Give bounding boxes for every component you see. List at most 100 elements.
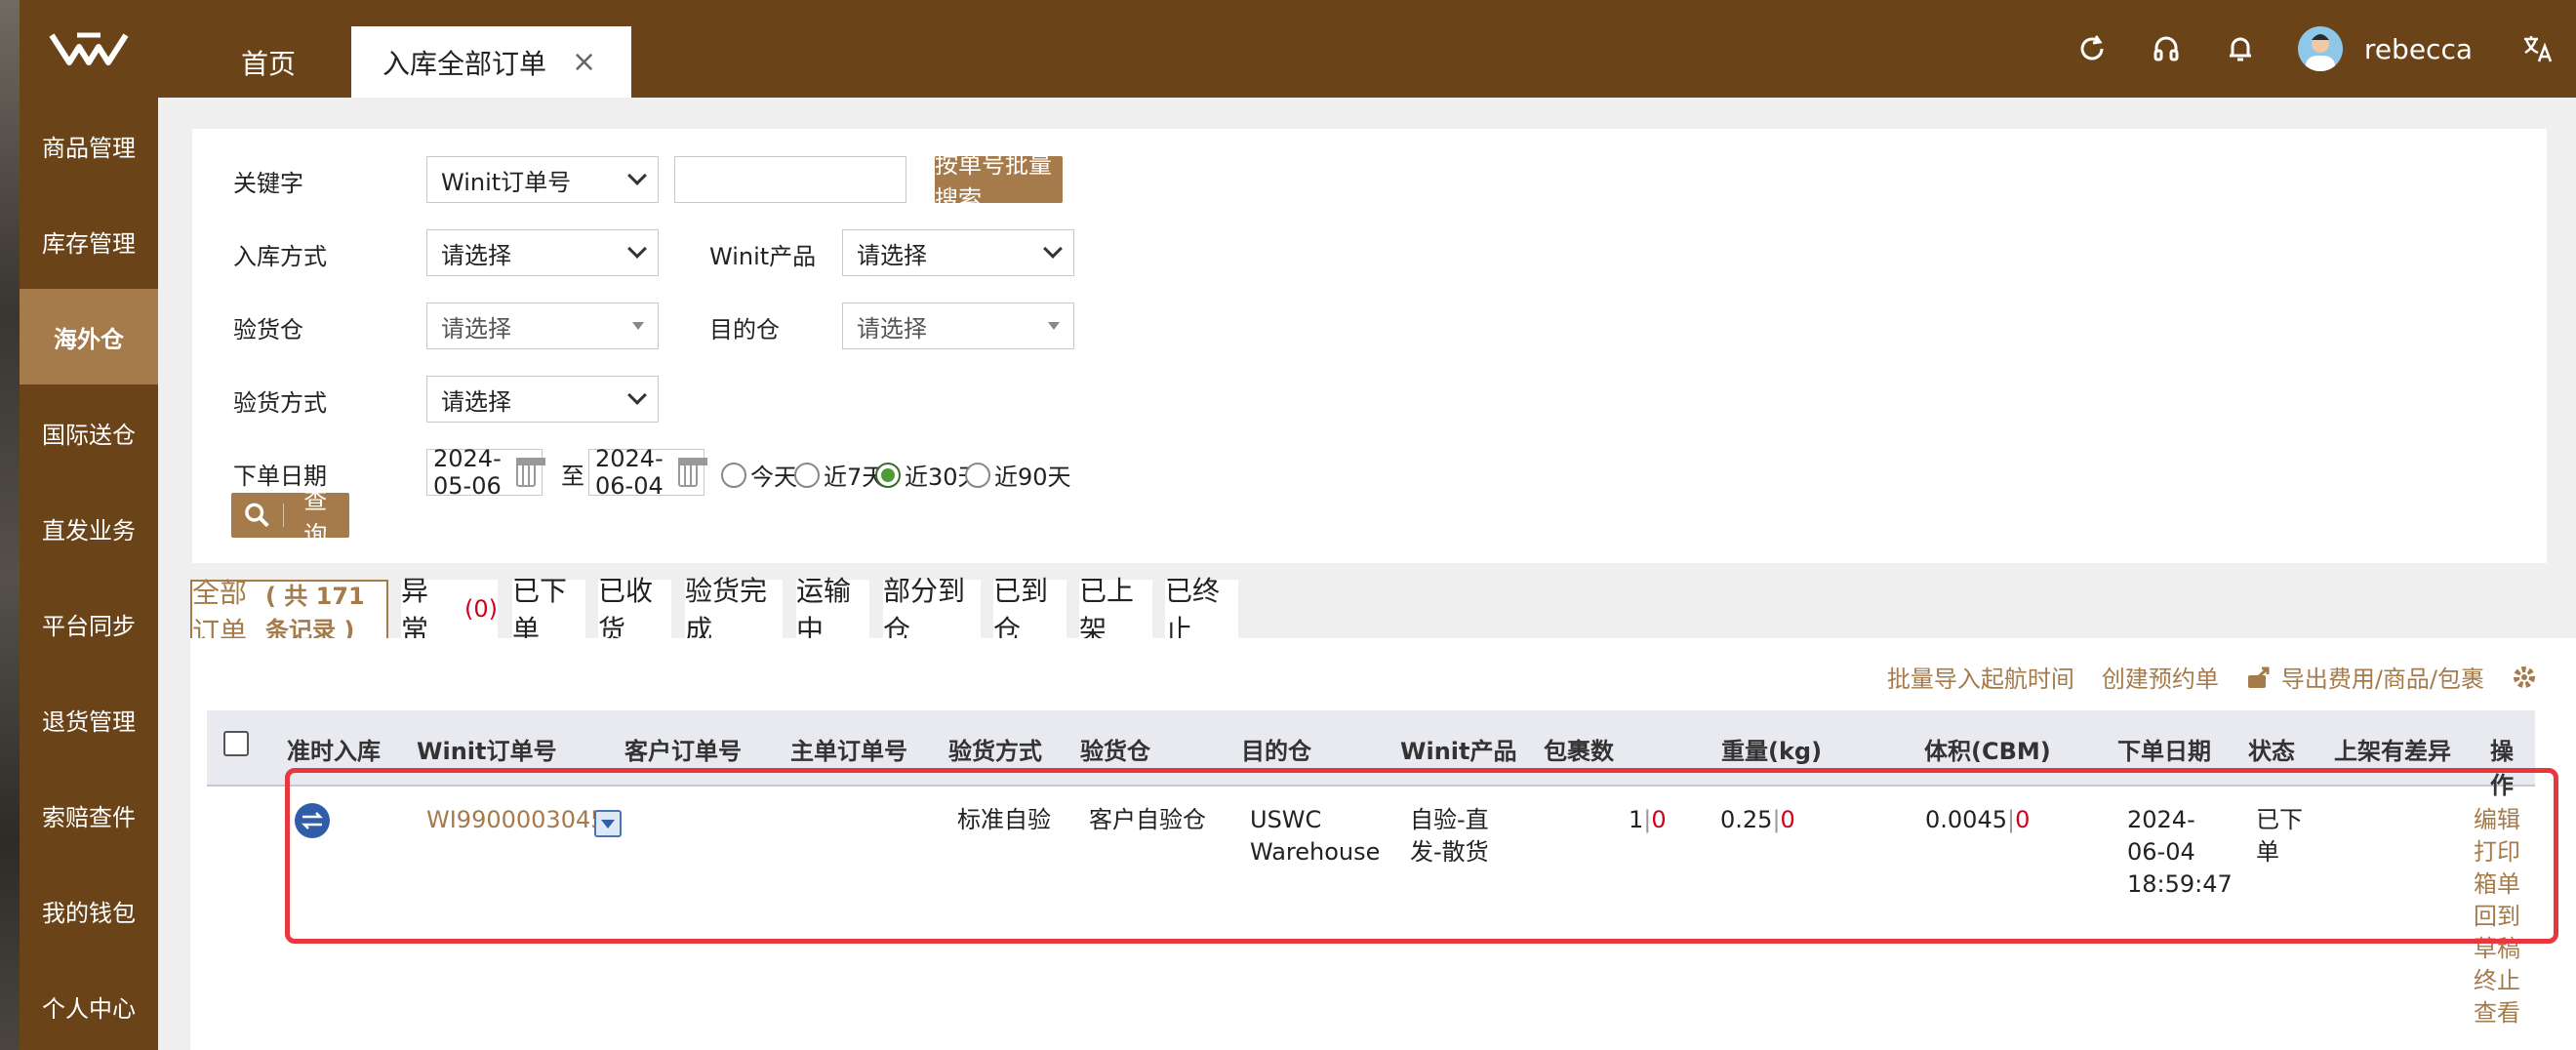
keyword-input[interactable] [674,156,906,203]
tab-terminated[interactable]: 已终止 [1165,575,1238,646]
batch-search-button[interactable]: 按单号批量搜索 [935,151,1063,213]
col-inspection-warehouse: 验货仓 [1080,738,1150,765]
date-from-input[interactable]: 2024-05-06 [426,445,545,500]
tab-label: 异常 [401,575,429,646]
logo[interactable] [20,0,158,98]
calendar-icon[interactable] [516,458,545,487]
draft-link[interactable]: 草稿 [2474,933,2520,965]
button-label: 查询 [303,487,328,548]
col-volume: 体积(CBM) [1924,738,2051,765]
export-icon[interactable] [2246,666,2272,689]
username[interactable]: rebecca [2364,33,2473,65]
sidebar-item-international-delivery[interactable]: 国际送仓 [20,384,158,480]
packing-list-link[interactable]: 箱单 [2474,868,2520,901]
bell-icon[interactable] [2224,32,2257,65]
destination-warehouse-select[interactable]: 请选择 [842,303,1074,349]
radio-label: 近90天 [994,464,1071,491]
select-all-checkbox[interactable] [223,731,249,756]
col-inspection-method: 验货方式 [948,738,1042,765]
sidebar-item-wallet[interactable]: 我的钱包 [20,863,158,958]
search-icon [245,503,269,528]
winit-product-label: Winit产品 [709,243,817,270]
tab-all-orders[interactable]: 全部订单( 共 171 条记录 ) [190,577,388,648]
sidebar-item-direct-shipping[interactable]: 直发业务 [20,480,158,576]
tab-label: 已上架 [1079,575,1135,646]
dropdown-toggle-icon[interactable] [594,810,622,837]
status-line-1: 已下 [2256,806,2303,833]
tab-exception[interactable]: 异常 (0) [401,575,498,646]
dest-line-2: Warehouse [1250,838,1381,866]
winit-logo-icon [49,32,129,65]
inbound-method-select[interactable]: 请选择 [426,229,659,276]
back-to-link[interactable]: 回到 [2474,901,2520,933]
sidebar-item-label: 我的钱包 [42,899,136,927]
tab-in-transit[interactable]: 运输中 [796,575,869,646]
col-winit-order-no: Winit订单号 [417,738,557,765]
keyword-type-select[interactable]: Winit订单号 [426,156,659,203]
calendar-icon[interactable] [678,458,707,487]
create-appointment-link[interactable]: 创建预约单 [2102,660,2219,694]
destination-warehouse: USWC Warehouse [1250,804,1380,868]
winit-product-select[interactable]: 请选择 [842,229,1074,276]
select-value: 请选择 [857,241,927,269]
volume: 0.0045|0 [1925,806,2031,833]
sidebar-item-label: 商品管理 [42,134,136,162]
table-header: 准时入库 Winit订单号 客户订单号 主单订单号 验货方式 验货仓 目的仓 W… [207,710,2535,799]
date-to-label: 至 [561,463,584,490]
tab-arrived[interactable]: 已到仓 [993,575,1067,646]
tab-inbound-orders[interactable]: 入库全部订单 × [351,26,632,98]
table-actions: 批量导入起航时间 创建预约单 导出费用/商品/包裹 [1860,660,2537,694]
main-content: 关键字 Winit订单号 按单号批量搜索 入库方式 请选择 Winit产品 请选… [158,98,2576,1050]
range-today-radio[interactable]: 今天 [721,458,797,492]
tab-shelved[interactable]: 已上架 [1079,575,1152,646]
tab-home[interactable]: 首页 [185,26,351,98]
inspection-warehouse-label: 验货仓 [233,316,303,343]
edit-link[interactable]: 编辑 [2474,804,2520,836]
col-status: 状态 [2248,738,2295,765]
radio-circle [721,462,746,488]
view-link[interactable]: 查看 [2474,997,2520,1030]
tab-inspection-done[interactable]: 验货完成 [685,575,783,646]
tab-ordered[interactable]: 已下单 [512,575,585,646]
tab-received[interactable]: 已收货 [598,575,671,646]
refresh-icon[interactable] [2075,32,2109,65]
winit-order-link[interactable]: WI9900003045 [426,804,606,836]
col-customer-order-no: 客户订单号 [624,738,742,765]
sidebar-item-goods[interactable]: 商品管理 [20,98,158,193]
date-to-input[interactable]: 2024-06-04 [588,445,707,500]
sidebar-item-inventory[interactable]: 库存管理 [20,193,158,289]
tab-label: 已到仓 [993,575,1049,646]
radio-circle [794,462,820,488]
inspection-warehouse-select[interactable]: 请选择 [426,303,659,349]
range-7days-radio[interactable]: 近7天 [794,458,885,492]
query-button[interactable]: 查询 [231,487,349,548]
chevron-down-icon [627,166,647,185]
product-line-2: 发-散货 [1410,838,1489,866]
batch-import-departure-link[interactable]: 批量导入起航时间 [1887,660,2074,694]
inspection-method-select[interactable]: 请选择 [426,376,659,423]
sidebar-item-platform-sync[interactable]: 平台同步 [20,576,158,671]
sidebar-item-returns[interactable]: 退货管理 [20,671,158,767]
translate-icon[interactable] [2521,32,2555,65]
sidebar-item-overseas-warehouse[interactable]: 海外仓 [20,289,158,384]
sidebar-item-claims[interactable]: 索赔查件 [20,767,158,863]
chevron-down-icon [627,385,647,405]
divider [283,504,285,527]
avatar[interactable] [2297,26,2343,71]
tab-partially-arrived[interactable]: 部分到仓 [883,575,981,646]
chevron-down-icon [627,239,647,259]
tab-label: 已下单 [512,575,568,646]
export-fees-link[interactable]: 导出费用/商品/包裹 [2281,660,2484,694]
status-line-2: 单 [2256,838,2279,866]
close-icon[interactable]: × [572,45,596,79]
settings-gear-icon[interactable] [2512,665,2537,690]
volume-diff: 0 [2015,806,2031,833]
inspection-warehouse: 客户自验仓 [1089,806,1206,833]
terminate-link[interactable]: 终止 [2474,965,2520,997]
print-link[interactable]: 打印 [2474,836,2520,868]
headset-icon[interactable] [2150,32,2183,65]
col-master-order-no: 主单订单号 [790,738,907,765]
range-90days-radio[interactable]: 近90天 [965,458,1071,492]
sidebar-item-profile[interactable]: 个人中心 [20,958,158,1050]
select-value: Winit订单号 [441,168,572,196]
